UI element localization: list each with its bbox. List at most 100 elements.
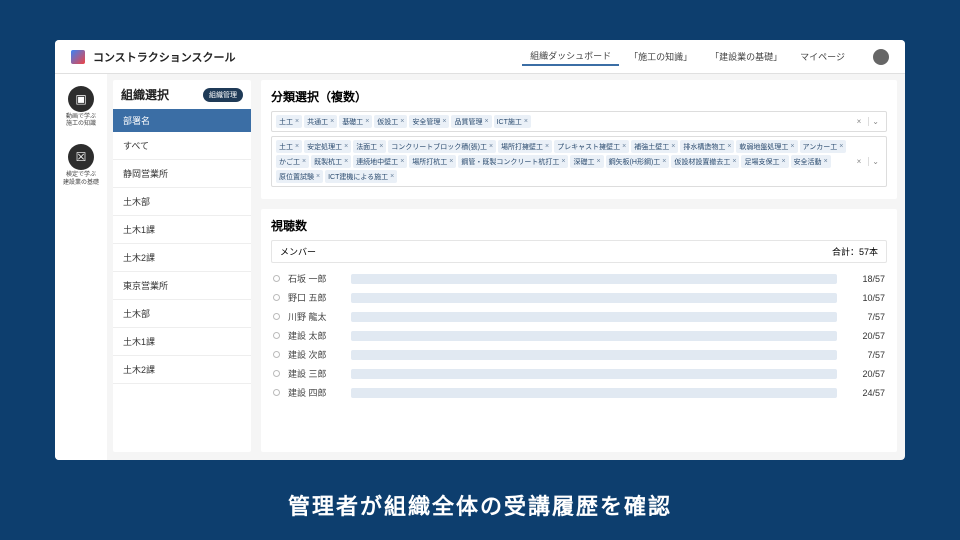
member-row[interactable]: 建設 四郎 24/57 xyxy=(271,383,887,402)
filter-chip[interactable]: 排水構造物工× xyxy=(680,140,734,153)
filter-chip[interactable]: 安全活動× xyxy=(791,155,831,168)
chip-remove-icon[interactable]: × xyxy=(449,158,453,165)
chip-remove-icon[interactable]: × xyxy=(484,118,488,125)
chip-remove-icon[interactable]: × xyxy=(545,143,549,150)
clear-row-icon[interactable]: × xyxy=(854,117,865,126)
filter-chip[interactable]: 仮設工× xyxy=(374,115,407,128)
chip-remove-icon[interactable]: × xyxy=(596,158,600,165)
dept-item[interactable]: すべて xyxy=(113,132,251,160)
chip-remove-icon[interactable]: × xyxy=(839,143,843,150)
chip-remove-icon[interactable]: × xyxy=(400,158,404,165)
chip-remove-icon[interactable]: × xyxy=(379,143,383,150)
nav-link[interactable]: マイページ xyxy=(792,48,853,65)
filter-chip[interactable]: アンカー工× xyxy=(800,140,847,153)
member-row[interactable]: 川野 龍太 7/57 xyxy=(271,307,887,326)
chip-remove-icon[interactable]: × xyxy=(727,143,731,150)
chip-remove-icon[interactable]: × xyxy=(671,143,675,150)
nav-link[interactable]: 組織ダッシュボード xyxy=(522,47,619,66)
rail-item[interactable]: ☒検定で学ぶ建設業の基礎 xyxy=(59,140,103,192)
chip-remove-icon[interactable]: × xyxy=(824,158,828,165)
chip-remove-icon[interactable]: × xyxy=(790,143,794,150)
filter-chip[interactable]: ICT施工× xyxy=(494,115,531,128)
chip-row[interactable]: 土工×共通工×基礎工×仮設工×安全管理×品質管理×ICT施工××⌄ xyxy=(271,111,887,132)
filter-chip[interactable]: 補強土壁工× xyxy=(631,140,678,153)
filter-chip[interactable]: ICT建機による施工× xyxy=(325,170,397,183)
member-row[interactable]: 建設 太郎 20/57 xyxy=(271,326,887,345)
member-row[interactable]: 建設 次郎 7/57 xyxy=(271,345,887,364)
chip-remove-icon[interactable]: × xyxy=(330,118,334,125)
clear-row-icon[interactable]: × xyxy=(854,157,865,166)
dept-item[interactable]: 土木2課 xyxy=(113,244,251,272)
chip-remove-icon[interactable]: × xyxy=(344,143,348,150)
chip-remove-icon[interactable]: × xyxy=(400,118,404,125)
dept-item[interactable]: 土木1課 xyxy=(113,216,251,244)
member-name: 川野 龍太 xyxy=(288,310,343,323)
filter-chip[interactable]: 連続地中壁工× xyxy=(353,155,407,168)
org-manage-badge[interactable]: 組織管理 xyxy=(203,88,243,102)
member-name: 建設 三郎 xyxy=(288,367,343,380)
chip-remove-icon[interactable]: × xyxy=(732,158,736,165)
filter-chip[interactable]: コンクリートブロック積(張)工× xyxy=(388,140,496,153)
chip-remove-icon[interactable]: × xyxy=(344,158,348,165)
member-name: 野口 五郎 xyxy=(288,291,343,304)
chip-remove-icon[interactable]: × xyxy=(622,143,626,150)
filter-chip[interactable]: 軟弱地盤処理工× xyxy=(736,140,797,153)
filter-chip[interactable]: 共通工× xyxy=(304,115,337,128)
filter-chip[interactable]: 鋼矢板(H形鋼)工× xyxy=(606,155,670,168)
filter-chip[interactable]: 安全管理× xyxy=(409,115,449,128)
filter-chip[interactable]: 深礎工× xyxy=(570,155,603,168)
dept-item[interactable]: 静岡営業所 xyxy=(113,160,251,188)
filter-chip[interactable]: 場所打擁壁工× xyxy=(498,140,552,153)
chip-remove-icon[interactable]: × xyxy=(662,158,666,165)
member-row[interactable]: 野口 五郎 10/57 xyxy=(271,288,887,307)
chip-row[interactable]: 土工×安定処理工×法面工×コンクリートブロック積(張)工×場所打擁壁工×プレキャ… xyxy=(271,136,887,187)
chip-remove-icon[interactable]: × xyxy=(390,173,394,180)
filter-chip[interactable]: 土工× xyxy=(276,115,302,128)
dept-list: すべて静岡営業所土木部土木1課土木2課東京営業所土木部土木1課土木2課 xyxy=(113,132,251,452)
filter-chip[interactable]: 足場支保工× xyxy=(741,155,788,168)
chip-remove-icon[interactable]: × xyxy=(365,118,369,125)
chip-remove-icon[interactable]: × xyxy=(316,173,320,180)
org-panel: 組織選択 組織管理 部署名 すべて静岡営業所土木部土木1課土木2課東京営業所土木… xyxy=(113,80,251,452)
chip-remove-icon[interactable]: × xyxy=(442,118,446,125)
filter-chip[interactable]: 原位置試験× xyxy=(276,170,323,183)
rail-icon: ☒ xyxy=(68,144,94,170)
nav-link[interactable]: 施工の知識 xyxy=(621,48,700,65)
nav-link[interactable]: 建設業の基礎 xyxy=(702,48,790,65)
chip-remove-icon[interactable]: × xyxy=(524,118,528,125)
chip-remove-icon[interactable]: × xyxy=(295,143,299,150)
chevron-down-icon[interactable]: ⌄ xyxy=(868,157,882,166)
filter-chip[interactable]: 品質管理× xyxy=(451,115,491,128)
rail-item[interactable]: ▣動画で学ぶ施工の知識 xyxy=(59,82,103,134)
category-panel: 分類選択（複数） 土工×共通工×基礎工×仮設工×安全管理×品質管理×ICT施工×… xyxy=(261,80,897,199)
dept-item[interactable]: 土木部 xyxy=(113,300,251,328)
filter-chip[interactable]: かご工× xyxy=(276,155,309,168)
filter-chip[interactable]: 場所打杭工× xyxy=(409,155,456,168)
filter-chip[interactable]: 安定処理工× xyxy=(304,140,351,153)
chip-remove-icon[interactable]: × xyxy=(302,158,306,165)
filter-chip[interactable]: プレキャスト擁壁工× xyxy=(554,140,629,153)
user-avatar-icon[interactable] xyxy=(873,49,889,65)
filter-chip[interactable]: 仮設材設置撤去工× xyxy=(671,155,739,168)
chip-remove-icon[interactable]: × xyxy=(561,158,565,165)
dept-item[interactable]: 東京営業所 xyxy=(113,272,251,300)
filter-chip[interactable]: 法面工× xyxy=(353,140,386,153)
member-row[interactable]: 建設 三郎 20/57 xyxy=(271,364,887,383)
dept-item[interactable]: 土木2課 xyxy=(113,356,251,384)
filter-chip[interactable]: 土工× xyxy=(276,140,302,153)
member-name: 石坂 一郎 xyxy=(288,272,343,285)
member-count: 20/57 xyxy=(845,331,885,341)
filter-chip[interactable]: 既製杭工× xyxy=(311,155,351,168)
dept-item[interactable]: 土木1課 xyxy=(113,328,251,356)
filter-chip[interactable]: 基礎工× xyxy=(339,115,372,128)
progress-track xyxy=(351,388,837,398)
chip-remove-icon[interactable]: × xyxy=(489,143,493,150)
chevron-down-icon[interactable]: ⌄ xyxy=(868,117,882,126)
status-icon xyxy=(273,275,280,282)
chip-remove-icon[interactable]: × xyxy=(295,118,299,125)
filter-chip[interactable]: 鋼管・既製コンクリート杭打工× xyxy=(458,155,568,168)
chip-remove-icon[interactable]: × xyxy=(781,158,785,165)
status-icon xyxy=(273,389,280,396)
dept-item[interactable]: 土木部 xyxy=(113,188,251,216)
member-row[interactable]: 石坂 一郎 18/57 xyxy=(271,269,887,288)
